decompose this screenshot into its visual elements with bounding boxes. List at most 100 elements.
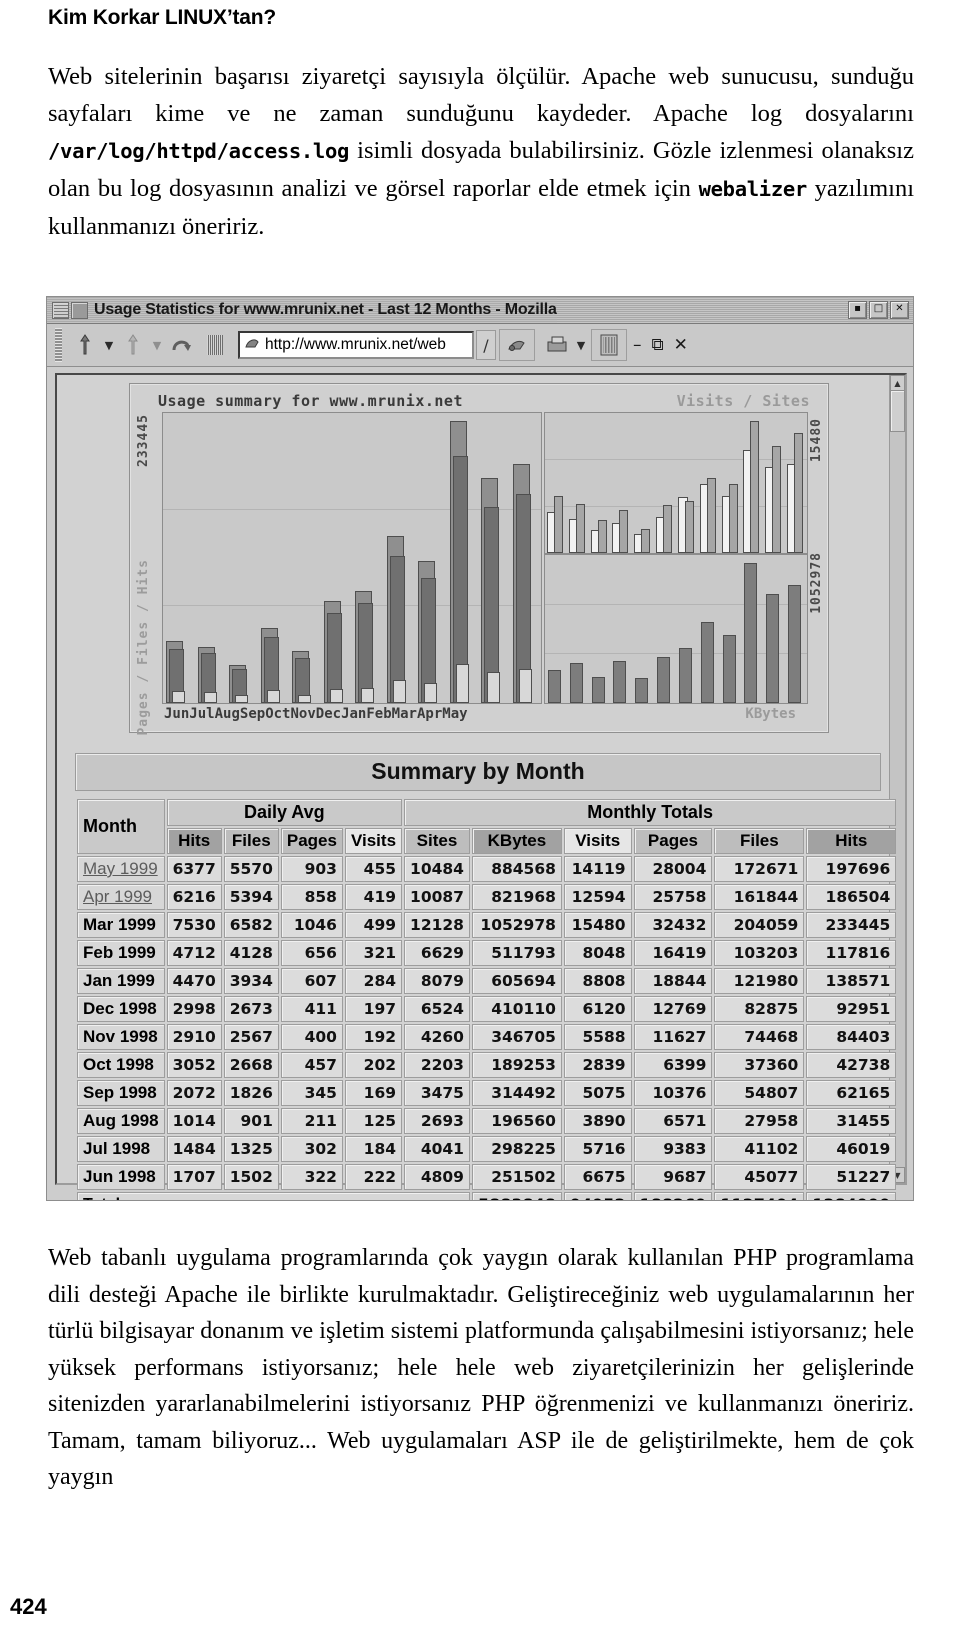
cell-visits-3: 202: [344, 1052, 403, 1078]
window-restore-icon[interactable]: ⧉: [652, 335, 664, 355]
cell-files-8: 45077: [714, 1164, 805, 1190]
back-dropdown-icon[interactable]: ▼: [102, 330, 116, 360]
close-button[interactable]: ✕: [890, 301, 909, 319]
cell-files-8: 41102: [714, 1136, 805, 1162]
bar-pages-dec: [361, 688, 374, 703]
col-header-visits-6[interactable]: Visits: [563, 828, 632, 854]
toolbar-grip-handle[interactable]: [55, 328, 62, 362]
col-header-files-1[interactable]: Files: [223, 828, 279, 854]
cell-files-1: 1826: [223, 1080, 279, 1106]
minimize-button[interactable]: ▪: [848, 301, 867, 319]
bar-visits-aug: [597, 520, 607, 553]
summary-by-month-section: Summary by Month Month Daily Avg Monthly…: [75, 753, 897, 1200]
cell-visits-3: 197: [344, 996, 403, 1022]
col-header-hits-9[interactable]: Hits: [806, 828, 897, 854]
cell-hits-9: 31455: [806, 1108, 897, 1134]
window-close-icon[interactable]: ✕: [674, 335, 688, 355]
back-icon-glyph: [71, 330, 99, 360]
cell-pages-7: 12769: [633, 996, 713, 1022]
intro-paragraph: Web sitelerinin başarısı ziyaretçi sayıs…: [48, 58, 914, 245]
bar-visits-oct: [641, 529, 651, 553]
cell-files-1: 901: [223, 1108, 279, 1134]
month-label: Jul 1998: [77, 1136, 165, 1162]
cell-pages-2: 903: [280, 856, 343, 882]
url-input[interactable]: http://www.mrunix.net/web: [265, 336, 446, 354]
cell-kbytes-5: 884568: [471, 856, 562, 882]
month-tick-may: May: [442, 706, 468, 722]
scroll-up-arrow[interactable]: ▲: [890, 375, 905, 391]
print-icon[interactable]: [543, 330, 571, 360]
summary-title: Summary by Month: [75, 753, 881, 791]
back-icon[interactable]: [71, 330, 99, 360]
bar-pages-sep: [266, 690, 280, 703]
cell-sites-4: 4260: [404, 1024, 470, 1050]
print-dropdown-icon[interactable]: ▼: [574, 330, 588, 360]
cell-visits-3: 192: [344, 1024, 403, 1050]
cell-kbytes-5: 605694: [471, 968, 562, 994]
window-minimize-icon[interactable]: –: [633, 335, 642, 355]
bar-visits-dec: [684, 501, 694, 553]
kbytes-plot: [544, 554, 808, 704]
bar-pages-nov: [329, 689, 343, 703]
bar-kbytes-jul: [569, 663, 583, 703]
cell-sites-4: 3475: [404, 1080, 470, 1106]
cell-visits-6: 5716: [563, 1136, 632, 1162]
bar-kbytes-feb: [722, 635, 736, 703]
cell-sites-4: 8079: [404, 968, 470, 994]
totals-visits-6: 94952: [563, 1192, 632, 1200]
month-tick-nov: Nov: [290, 706, 316, 722]
bar-group: [289, 413, 321, 703]
cell-visits-6: 5588: [563, 1024, 632, 1050]
col-header-visits-3[interactable]: Visits: [344, 828, 403, 854]
table-row: Apr 1999 6216 5394 858 419 10087 821968 12594 25…: [77, 884, 897, 910]
cell-visits-3: 455: [344, 856, 403, 882]
cell-visits-3: 222: [344, 1164, 403, 1190]
table-footer: Totals58838489495218826911274041284990: [77, 1192, 897, 1200]
bar-kbytes-aug: [591, 677, 605, 703]
bar-group: [785, 555, 807, 703]
cell-hits-0: 2998: [166, 996, 222, 1022]
bar-group: [676, 413, 698, 553]
bar-group: [763, 555, 785, 703]
stop-icon[interactable]: [201, 330, 229, 360]
cell-hits-0: 6377: [166, 856, 222, 882]
browser-toolbar: ▼ ▼ http://www.mrunix.net/web / ▼ – ⧉ ✕: [47, 324, 913, 367]
url-bar[interactable]: http://www.mrunix.net/web: [238, 331, 474, 359]
url-slash-marker: /: [476, 330, 496, 360]
bookmark-icon[interactable]: [499, 329, 535, 361]
bar-kbytes-mar: [744, 563, 758, 703]
browser-titlebar: Usage Statistics for www.mrunix.net - La…: [47, 297, 913, 324]
cell-kbytes-5: 1052978: [471, 912, 562, 938]
sidebar-icon[interactable]: [591, 329, 627, 361]
month-link[interactable]: Apr 1999: [77, 884, 165, 910]
reload-icon[interactable]: [167, 330, 195, 360]
cell-files-1: 5570: [223, 856, 279, 882]
maximize-button[interactable]: □: [869, 301, 888, 319]
col-header-kbytes-5[interactable]: KBytes: [471, 828, 562, 854]
stop-icon-glyph: [201, 330, 229, 360]
cell-hits-0: 1484: [166, 1136, 222, 1162]
cell-hits-9: 92951: [806, 996, 897, 1022]
col-header-pages-2[interactable]: Pages: [280, 828, 343, 854]
forward-dropdown-icon[interactable]: ▼: [150, 330, 164, 360]
cell-hits-0: 4470: [166, 968, 222, 994]
forward-icon-glyph: [119, 330, 147, 360]
col-header-pages-7[interactable]: Pages: [633, 828, 713, 854]
bar-visits-jul: [575, 504, 585, 553]
forward-icon[interactable]: [119, 330, 147, 360]
col-header-files-8[interactable]: Files: [714, 828, 805, 854]
bar-pages-jan: [392, 680, 406, 703]
cell-hits-9: 42738: [806, 1052, 897, 1078]
col-header-sites-4[interactable]: Sites: [404, 828, 470, 854]
col-header-hits-0[interactable]: Hits: [166, 828, 222, 854]
bar-group: [478, 413, 510, 703]
scrollbar-thumb[interactable]: [890, 390, 905, 432]
window-menu-icon[interactable]: [52, 301, 69, 319]
cell-hits-0: 2910: [166, 1024, 222, 1050]
cell-visits-3: 284: [344, 968, 403, 994]
titlebar-buttons: ▪ □ ✕: [848, 301, 909, 319]
header-monthly-totals: Monthly Totals: [404, 799, 897, 826]
month-link[interactable]: May 1999: [77, 856, 165, 882]
bar-group: [720, 413, 742, 553]
month-label: Mar 1999: [77, 912, 165, 938]
